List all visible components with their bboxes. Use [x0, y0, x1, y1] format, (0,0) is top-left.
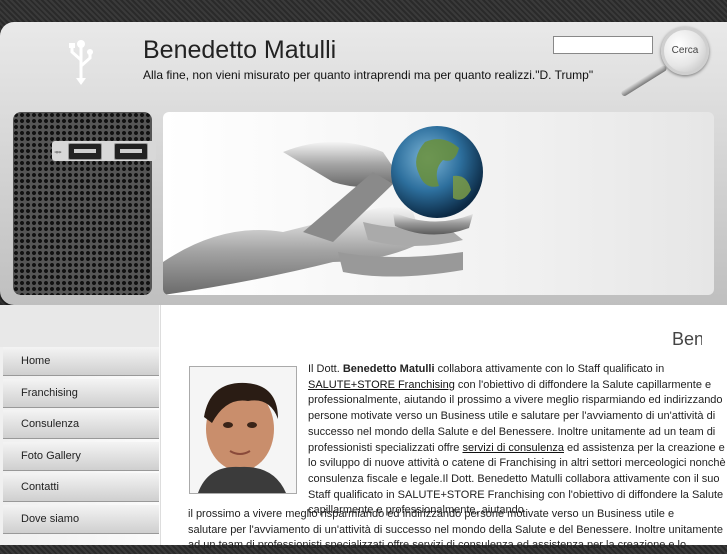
nav-item-foto-gallery[interactable]: Foto Gallery [3, 441, 159, 471]
intro-paragraph-continued: il prossimo a vivere meglio risparmiando… [188, 507, 727, 554]
portrait-photo [189, 366, 297, 494]
nav-item-home[interactable]: Home [3, 347, 159, 376]
nav-item-dove-siamo[interactable]: Dove siamo [3, 504, 159, 534]
speaker-grille [13, 112, 152, 295]
text-line: ad un team di professionisti specializza… [188, 539, 687, 552]
text-line: il prossimo a vivere meglio risparmiando… [188, 508, 675, 520]
usb-port-icon [114, 143, 148, 160]
usb-port-icon [68, 143, 102, 160]
sidebar-top [0, 305, 159, 347]
page-heading: Benvenuti [672, 329, 702, 349]
search-button[interactable]: Cerca [661, 27, 709, 75]
text-line: salutare per l'avviamento di un'attività… [188, 523, 723, 536]
search-input[interactable] [553, 36, 653, 54]
nav-item-contatti[interactable]: Contatti [3, 473, 159, 502]
link-salute-store[interactable]: SALUTE+STORE Franchising [308, 379, 455, 391]
sidebar-nav: Home Franchising Consulenza Foto Gallery… [3, 347, 159, 536]
usb-symbol-icon: ⭼ [54, 147, 63, 159]
site-tagline: Alla fine, non vieni misurato per quanto… [143, 68, 594, 82]
usb-ports: ⭼ [52, 141, 156, 161]
hero-banner [163, 112, 714, 295]
nav-item-consulenza[interactable]: Consulenza [3, 410, 159, 439]
usb-logo-icon [69, 40, 93, 85]
main-content: Benvenuti Il Dott. Benedetto Matulli col… [160, 305, 727, 551]
intro-paragraph: Il Dott. Benedetto Matulli collabora att… [308, 363, 726, 517]
name-bold: Benedetto Matulli [342, 363, 435, 375]
nav-item-franchising[interactable]: Franchising [3, 378, 159, 408]
site-title: Benedetto Matulli [143, 36, 337, 64]
robot-hand-globe-image [163, 126, 483, 295]
link-servizi-consulenza[interactable]: servizi di consulenza [462, 442, 564, 454]
